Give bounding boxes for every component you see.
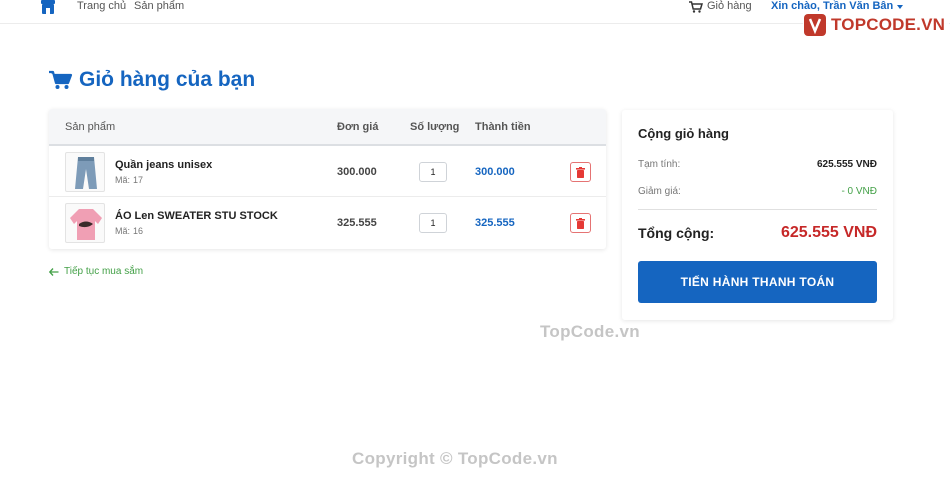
- discount-label: Giảm giá:: [638, 186, 681, 197]
- jeans-icon: [75, 157, 97, 189]
- header-total: Thành tiền: [475, 121, 531, 133]
- page-title-text: Giỏ hàng của bạn: [79, 68, 256, 91]
- product-code-prefix: Mã:: [115, 226, 131, 236]
- header-quantity: Số lượng: [410, 121, 460, 133]
- quantity-input[interactable]: [419, 213, 447, 233]
- product-code: Mã: 16: [115, 226, 143, 236]
- product-total: 325.555: [475, 217, 515, 229]
- product-thumbnail[interactable]: [65, 152, 105, 192]
- copyright-watermark: Copyright © TopCode.vn: [352, 449, 558, 468]
- product-code: Mã: 17: [115, 175, 143, 185]
- delete-item-button[interactable]: [570, 162, 591, 182]
- subtotal-label: Tạm tính:: [638, 159, 681, 170]
- table-row: Quần jeans unisex Mã: 17 300.000 300.000: [49, 146, 606, 197]
- table-row: ÁO Len SWEATER STU STOCK Mã: 16 325.555 …: [49, 197, 606, 248]
- page-title: Giỏ hàng của bạn: [49, 68, 255, 92]
- total-value: 625.555 VNĐ: [780, 224, 877, 241]
- cart-icon: [49, 70, 73, 89]
- quantity-input[interactable]: [419, 162, 447, 182]
- product-total: 300.000: [475, 166, 515, 178]
- summary-title: Cộng giỏ hàng: [638, 126, 729, 141]
- sweater-icon: [70, 209, 102, 240]
- header-product: Sản phẩm: [65, 121, 116, 133]
- product-price: 300.000: [337, 166, 377, 178]
- summary-divider: [638, 209, 877, 210]
- cart-table: Sản phẩm Đơn giá Số lượng Thành tiền Quầ…: [49, 109, 606, 249]
- topcode-logo: TOPCODE.VN: [803, 12, 950, 38]
- product-code-value: 16: [133, 226, 144, 236]
- continue-shopping-link[interactable]: Tiếp tục mua sắm: [49, 266, 143, 277]
- subtotal-value: 625.555 VNĐ: [816, 159, 877, 170]
- trash-icon: [576, 166, 585, 178]
- arrow-left-icon: [49, 267, 59, 276]
- discount-value: - 0 VNĐ: [841, 186, 877, 197]
- cart-icon: [689, 0, 703, 13]
- store-icon[interactable]: [40, 0, 56, 14]
- watermark-text: TopCode.vn: [540, 322, 640, 341]
- cart-summary: Cộng giỏ hàng Tạm tính: 625.555 VNĐ Giảm…: [622, 110, 893, 320]
- product-price: 325.555: [337, 217, 377, 229]
- delete-item-button[interactable]: [570, 213, 591, 233]
- product-code-prefix: Mã:: [115, 175, 131, 185]
- continue-shopping-label: Tiếp tục mua sắm: [64, 266, 144, 277]
- header-price: Đơn giá: [337, 121, 379, 133]
- chevron-down-icon: [897, 5, 904, 9]
- checkout-button[interactable]: TIẾN HÀNH THANH TOÁN: [638, 261, 877, 303]
- nav-cart-label: Giỏ hàng: [707, 0, 752, 12]
- nav-products-link[interactable]: Sản phẩm: [134, 0, 184, 13]
- total-label: Tổng cộng:: [638, 225, 715, 241]
- nav-cart-link[interactable]: Giỏ hàng: [689, 0, 752, 13]
- cart-table-header: Sản phẩm Đơn giá Số lượng Thành tiền: [49, 109, 606, 146]
- nav-home-link[interactable]: Trang chủ: [77, 0, 126, 13]
- logo-text: TOPCODE.VN: [831, 15, 946, 34]
- product-name[interactable]: Quần jeans unisex: [115, 159, 212, 171]
- product-name[interactable]: ÁO Len SWEATER STU STOCK: [115, 210, 278, 222]
- topcode-logo-icon: [804, 14, 826, 36]
- product-code-value: 17: [133, 175, 144, 185]
- product-thumbnail[interactable]: [65, 203, 105, 243]
- trash-icon: [576, 217, 585, 229]
